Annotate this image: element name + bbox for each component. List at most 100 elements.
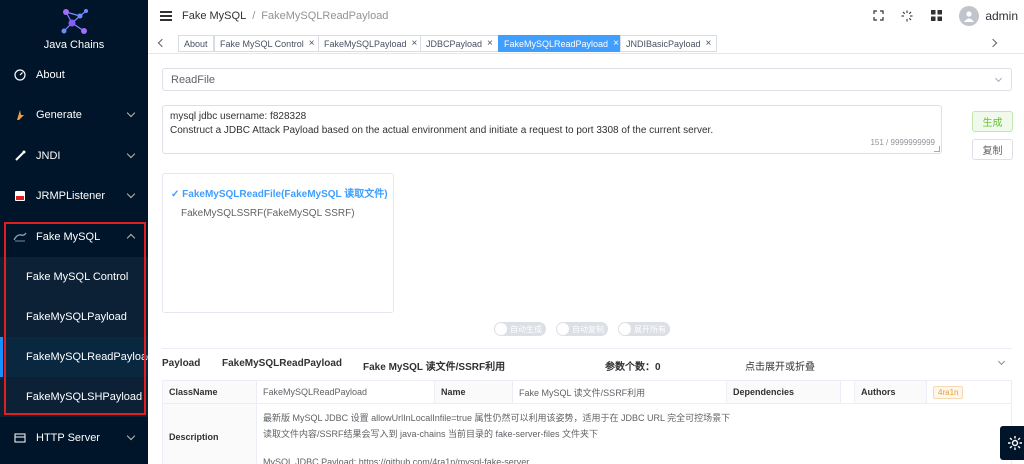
sidebar-subitem-label: FakeMySQLPayload: [26, 311, 127, 323]
generate-button[interactable]: 生成: [972, 111, 1013, 132]
close-icon[interactable]: ×: [613, 38, 619, 49]
payload-details-table: ClassName FakeMySQLReadPayload Name Fake…: [162, 380, 1012, 464]
logo[interactable]: Java Chains: [0, 0, 148, 54]
tab-about[interactable]: About: [178, 35, 214, 52]
divider: [162, 348, 1012, 349]
settings-fab[interactable]: [1000, 426, 1024, 460]
tab-label: Fake MySQL Control: [220, 38, 304, 49]
auto-generate-switch[interactable]: 自动生成: [494, 322, 546, 336]
params-textarea[interactable]: mysql jdbc username: f828328 Construct a…: [162, 105, 942, 154]
sidebar-subitem-fake-mysql-control[interactable]: Fake MySQL Control: [0, 257, 148, 297]
tab-label: About: [184, 38, 208, 49]
description-line: MySQL JDBC Payload: https://github.com/4…: [263, 457, 530, 464]
sidebar-item-fake-mysql[interactable]: Fake MySQL: [0, 217, 148, 257]
payload-title: Fake MySQL 读文件/SSRF利用: [363, 362, 506, 373]
mysql-icon: [13, 232, 27, 242]
header-actions: admin: [872, 0, 1024, 31]
sidebar-item-label: Generate: [36, 109, 82, 121]
resize-handle[interactable]: [934, 146, 940, 152]
tab-jdbcpayload[interactable]: JDBCPayload ×: [420, 35, 499, 52]
tree-item-label: FakeMySQLReadFile(FakeMySQL 读取文件): [182, 189, 388, 200]
gear-icon: [1008, 436, 1022, 450]
scroll-right-icon[interactable]: [987, 37, 999, 49]
sidebar-subitem-label: FakeMySQLReadPayload: [26, 351, 154, 363]
tab-fakemysqlpayload[interactable]: FakeMySQLPayload ×: [318, 35, 424, 52]
jrmp-icon: [13, 190, 27, 202]
scroll-left-icon[interactable]: [156, 37, 168, 49]
payload-collapse-header[interactable]: Payload FakeMySQLReadPayload Fake MySQL …: [162, 355, 1012, 373]
breadcrumb-item[interactable]: Fake MySQL: [182, 10, 246, 22]
author-tag: 4ra1n: [933, 385, 964, 399]
tab-label: JNDIBasicPayload: [626, 38, 701, 49]
http-server-icon: [13, 432, 27, 444]
textarea-line: mysql jdbc username: f828328: [170, 111, 307, 122]
switch-label: 展开所有: [634, 324, 666, 334]
table-row: ClassName FakeMySQLReadPayload Name Fake…: [162, 380, 1012, 404]
char-counter: 151 / 9999999999: [870, 138, 935, 147]
description-line: 最新版 MySQL JDBC 设置 allowUrlInLocalInfile=…: [263, 413, 731, 423]
description-line: 读取文件内容/SSRF结果会写入到 java-chains 当前目录的 fake…: [263, 429, 599, 439]
close-icon[interactable]: ×: [309, 38, 315, 49]
sidebar-subitem-label: Fake MySQL Control: [26, 271, 129, 283]
expand-all-switch[interactable]: 展开所有: [618, 322, 670, 336]
tree-item-readfile[interactable]: ✓ FakeMySQLReadFile(FakeMySQL 读取文件): [171, 185, 388, 200]
table-cell-label: Description: [162, 403, 257, 464]
collapse-toggle-text[interactable]: 点击展开或折叠: [745, 358, 815, 373]
breadcrumb-separator: /: [252, 9, 256, 22]
switch-group: 自动生成 自动复制 展开所有: [494, 322, 680, 336]
sidebar-item-label: About: [36, 69, 65, 81]
sidebar-item-about[interactable]: About: [0, 55, 148, 95]
sidebar: Java Chains About Generate JNDI JRMPList…: [0, 0, 153, 464]
grid-icon[interactable]: [930, 10, 942, 22]
tab-fakemysqlreadpayload[interactable]: FakeMySQLReadPayload ×: [498, 35, 625, 52]
tree-item-label: FakeMySQLSSRF(FakeMySQL SSRF): [181, 208, 355, 219]
close-icon[interactable]: ×: [412, 38, 418, 49]
tab-jndibasicpayload[interactable]: JNDIBasicPayload ×: [620, 35, 718, 52]
copy-button[interactable]: 复制: [972, 139, 1013, 160]
tab-fake-mysql-control[interactable]: Fake MySQL Control ×: [214, 35, 321, 52]
table-cell-label: Name: [434, 380, 513, 404]
breadcrumb: Fake MySQL / FakeMySQLReadPayload: [182, 10, 388, 22]
table-cell: FakeMySQLReadPayload: [256, 380, 435, 404]
generate-icon: [13, 109, 27, 121]
switch-label: 自动生成: [510, 324, 542, 334]
table-cell: 4ra1n: [926, 380, 1012, 404]
sidebar-item-jrmplistener[interactable]: JRMPListener: [0, 176, 148, 216]
theme-toggle-icon[interactable]: [901, 10, 913, 22]
sidebar-item-label: JNDI: [36, 150, 61, 162]
close-icon[interactable]: ×: [487, 38, 493, 49]
auto-copy-switch[interactable]: 自动复制: [556, 322, 608, 336]
table-cell-label: Authors: [854, 380, 927, 404]
hamburger-icon[interactable]: [160, 10, 172, 21]
chevron-down-icon[interactable]: [997, 357, 1006, 366]
chevron-up-icon: [126, 233, 136, 243]
user-name[interactable]: admin: [985, 9, 1018, 23]
payload-label: Payload: [162, 358, 201, 369]
logo-text: Java Chains: [43, 39, 105, 51]
tags-bar: About Fake MySQL Control × FakeMySQLPaylo…: [148, 33, 1024, 54]
table-row: Description 最新版 MySQL JDBC 设置 allowUrlIn…: [162, 403, 1012, 464]
gadget-tree: ✓ FakeMySQLReadFile(FakeMySQL 读取文件) Fake…: [162, 173, 394, 313]
table-cell-label: Dependencies: [726, 380, 841, 404]
tab-label: FakeMySQLReadPayload: [504, 38, 609, 49]
top-header: Fake MySQL / FakeMySQLReadPayload admin: [148, 0, 1024, 31]
payload-type-select[interactable]: ReadFile: [162, 68, 1012, 91]
sidebar-item-jndi[interactable]: JNDI: [0, 136, 148, 176]
tree-item-ssrf[interactable]: FakeMySQLSSRF(FakeMySQL SSRF): [181, 208, 355, 219]
payload-name: FakeMySQLReadPayload: [222, 358, 343, 369]
sidebar-subitem-fakemysqlreadpayload[interactable]: FakeMySQLReadPayload: [0, 337, 153, 377]
fullscreen-icon[interactable]: [872, 10, 884, 22]
sidebar-subitem-fakemysqlshpayload[interactable]: FakeMySQLSHPayload: [0, 377, 148, 417]
chevron-down-icon: [126, 189, 136, 199]
param-count: 参数个数：0: [605, 362, 661, 373]
chevron-down-icon: [126, 108, 136, 118]
sidebar-subitem-fakemysqlpayload[interactable]: FakeMySQLPayload: [0, 297, 148, 337]
sidebar-item-http-server[interactable]: HTTP Server: [0, 418, 148, 458]
table-cell: Fake MySQL 读文件/SSRF利用: [512, 380, 727, 404]
close-icon[interactable]: ×: [706, 38, 712, 49]
avatar[interactable]: [959, 5, 980, 26]
tab-label: JDBCPayload: [426, 38, 483, 49]
sidebar-item-generate[interactable]: Generate: [0, 95, 148, 135]
breadcrumb-item: FakeMySQLReadPayload: [261, 9, 389, 22]
sidebar-item-label: Fake MySQL: [36, 231, 101, 243]
